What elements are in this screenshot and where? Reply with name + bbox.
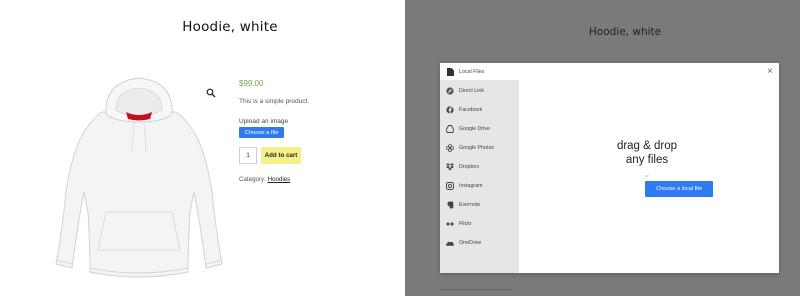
background-divider [440,289,512,290]
link-icon [446,87,454,95]
page-title: Hoodie, white [182,19,278,35]
drop-title-line1: drag & drop [616,140,678,152]
facebook-icon [446,106,454,114]
google-photos-icon [446,144,454,152]
upload-label: Upload an image [239,118,289,125]
sidebar-item-flickr[interactable]: Flickr [440,216,519,232]
drop-or-text: or [645,173,649,178]
product-price: $99.00 [239,79,264,88]
sidebar-item-label: Google Drive [459,126,490,132]
sidebar-item-label: Evernote [459,202,481,208]
sidebar-item-label: Flickr [459,221,472,227]
sidebar-item-label: Google Photos [459,145,495,151]
drop-title-line2: any files [625,154,669,166]
sidebar-item-facebook[interactable]: Facebook [440,102,519,118]
sidebar-item-label: Direct Link [459,88,485,94]
sidebar-item-onedrive[interactable]: OneDrive [440,235,519,251]
background-page-title: Hoodie, white [588,26,662,38]
drop-zone[interactable]: drag & drop any files or Choose a local … [519,63,779,273]
sidebar-item-label: Facebook [459,107,483,113]
close-icon[interactable]: × [767,67,773,77]
upload-overlay: Hoodie, white Local Files Direct Link Fa… [405,0,800,296]
product-category: Category: Hoodies [239,176,290,183]
google-drive-icon [446,125,454,133]
sidebar-item-label: Dropbox [459,164,480,170]
source-sidebar: Local Files Direct Link Facebook Google … [440,63,519,273]
instagram-icon [446,182,454,190]
product-short-description: This is a simple product. [239,98,310,105]
dropbox-icon [446,163,454,171]
sidebar-item-google-drive[interactable]: Google Drive [440,121,519,137]
category-link[interactable]: Hoodies [268,176,291,183]
choose-file-button[interactable]: Choose a file [239,127,284,138]
sidebar-item-direct-link[interactable]: Direct Link [440,83,519,99]
product-page: Hoodie, white $99.00 This is a simple pr… [0,0,405,296]
evernote-icon [446,201,454,209]
zoom-icon[interactable] [206,85,216,98]
sidebar-item-dropbox[interactable]: Dropbox [440,159,519,175]
hoodie-image [55,77,223,278]
category-label: Category: [239,176,266,183]
sidebar-item-instagram[interactable]: Instagram [440,178,519,194]
choose-local-file-button[interactable]: Choose a local file [645,181,713,197]
quantity-input[interactable]: 1 [239,147,257,164]
drop-title: drag & drop any files [519,139,775,167]
add-to-cart-button[interactable]: Add to cart [261,147,301,164]
upload-modal: Local Files Direct Link Facebook Google … [440,63,779,273]
sidebar-item-local-files[interactable]: Local Files [440,64,519,80]
sidebar-item-evernote[interactable]: Evernote [440,197,519,213]
sidebar-item-label: Instagram [459,183,483,189]
product-image[interactable] [44,72,234,290]
flickr-icon [446,220,454,228]
sidebar-item-google-photos[interactable]: Google Photos [440,140,519,156]
sidebar-item-label: Local Files [459,69,485,75]
file-icon [446,68,454,76]
sidebar-item-label: OneDrive [459,240,482,246]
onedrive-icon [446,239,454,247]
